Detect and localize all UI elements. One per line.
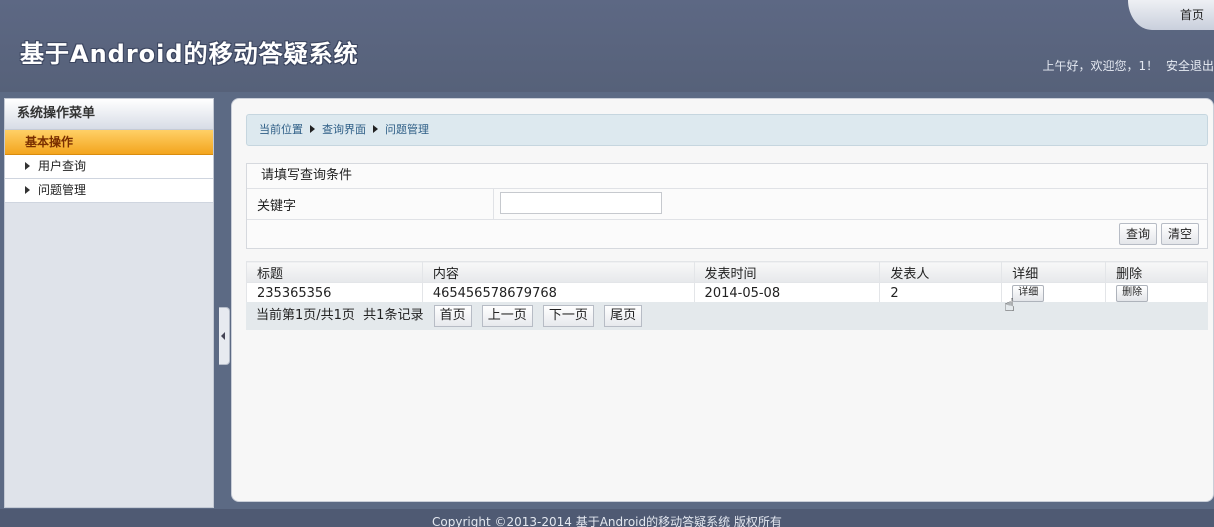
cell-content: 465456578679768 bbox=[421, 282, 695, 304]
query-form: 请填写查询条件 关键字 查询 清空 bbox=[246, 163, 1208, 249]
arrow-left-icon bbox=[221, 332, 225, 340]
sidebar-item-label: 问题管理 bbox=[38, 183, 87, 197]
breadcrumb: 当前位置 查询界面 问题管理 bbox=[246, 114, 1208, 146]
delete-button[interactable]: 删除 bbox=[1116, 285, 1149, 302]
last-page-button[interactable]: 尾页 bbox=[604, 304, 643, 327]
breadcrumb-item[interactable]: 查询界面 bbox=[322, 123, 366, 136]
sidebar-title: 系统操作菜单 bbox=[5, 99, 213, 130]
cell-title: 235365356 bbox=[246, 282, 423, 304]
detail-button[interactable]: 详细 bbox=[1012, 285, 1045, 302]
first-page-button[interactable]: 首页 bbox=[433, 304, 472, 327]
cell-time: 2014-05-08 bbox=[693, 282, 881, 304]
keyword-input[interactable] bbox=[500, 192, 662, 214]
cell-author: 2 bbox=[879, 282, 1003, 304]
divider bbox=[493, 189, 494, 219]
app-title: 基于Android的移动答疑系统 bbox=[20, 40, 359, 68]
column-header-author: 发表人 bbox=[879, 261, 1003, 283]
header: 首页 基于Android的移动答疑系统 上午好，欢迎您，1！ 安全退出 bbox=[0, 0, 1214, 92]
sidebar-item-label: 用户查询 bbox=[38, 159, 87, 173]
menu-group-basic[interactable]: 基本操作 bbox=[5, 130, 213, 155]
search-button[interactable]: 查询 bbox=[1118, 223, 1157, 245]
arrow-right-icon bbox=[25, 162, 30, 170]
main-panel: 当前位置 查询界面 问题管理 请填写查询条件 关键字 查询 清空 标题 内容 发表时间… bbox=[231, 98, 1214, 502]
pager: 当前第1页/共1页 共1条记录 首页 上一页 下一页 尾页 bbox=[246, 302, 1208, 330]
column-header-title: 标题 bbox=[246, 261, 423, 283]
question-table: 标题 内容 发表时间 发表人 详细 删除 235365356 465456578… bbox=[246, 261, 1208, 304]
sidebar: 系统操作菜单 基本操作 用户查询 问题管理 bbox=[4, 98, 214, 508]
cell-detail: 详细 bbox=[1001, 282, 1107, 304]
arrow-right-icon bbox=[310, 125, 315, 133]
table-row: 235365356 465456578679768 2014-05-08 2 详… bbox=[246, 282, 1208, 304]
greeting-bar: 上午好，欢迎您，1！ 安全退出 bbox=[1039, 57, 1214, 74]
keyword-row: 关键字 bbox=[247, 189, 1207, 220]
sidebar-item-question-manage[interactable]: 问题管理 bbox=[5, 179, 213, 203]
query-title: 请填写查询条件 bbox=[247, 164, 1207, 189]
sidebar-collapse-button[interactable] bbox=[219, 307, 230, 365]
hand-cursor-icon: ☝ bbox=[1004, 295, 1015, 316]
breadcrumb-item: 当前位置 bbox=[259, 123, 303, 136]
arrow-right-icon bbox=[25, 186, 30, 194]
prev-page-button[interactable]: 上一页 bbox=[481, 304, 533, 327]
footer: Copyright ©2013-2014 基于Android的移动答疑系统 版权… bbox=[0, 509, 1214, 527]
column-header-detail: 详细 bbox=[1001, 261, 1107, 283]
keyword-label: 关键字 bbox=[257, 199, 297, 214]
column-header-time: 发表时间 bbox=[693, 261, 881, 283]
table-header-row: 标题 内容 发表时间 发表人 详细 删除 bbox=[246, 261, 1208, 283]
breadcrumb-item[interactable]: 问题管理 bbox=[385, 123, 429, 136]
sidebar-item-user-query[interactable]: 用户查询 bbox=[5, 155, 213, 179]
clear-button[interactable]: 清空 bbox=[1160, 223, 1199, 245]
query-buttons: 查询 清空 bbox=[1115, 223, 1199, 245]
home-tab[interactable]: 首页 bbox=[1128, 0, 1214, 30]
logout-link[interactable]: 安全退出 bbox=[1166, 59, 1214, 73]
next-page-button[interactable]: 下一页 bbox=[542, 304, 594, 327]
arrow-right-icon bbox=[373, 125, 378, 133]
column-header-content: 内容 bbox=[421, 261, 695, 283]
pager-summary: 当前第1页/共1页 共1条记录 bbox=[256, 308, 424, 323]
cell-delete: 删除 bbox=[1105, 282, 1208, 304]
column-header-delete: 删除 bbox=[1105, 261, 1208, 283]
greeting-text: 上午好，欢迎您，1！ bbox=[1042, 59, 1159, 73]
